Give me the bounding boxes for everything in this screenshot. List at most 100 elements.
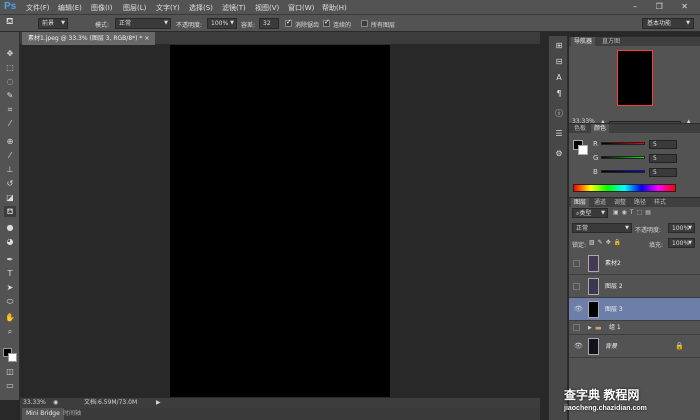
menu-image[interactable]: 图像(I) xyxy=(91,3,113,13)
eyedropper-tool-icon[interactable]: ⁄ xyxy=(4,118,16,129)
menu-filter[interactable]: 滤镜(T) xyxy=(222,3,246,13)
antialias-checkbox[interactable] xyxy=(285,18,292,27)
move-tool-icon[interactable]: ✥ xyxy=(4,48,16,59)
status-menu-icon[interactable]: ◉ xyxy=(53,398,58,408)
type-tool-icon[interactable]: T xyxy=(4,268,16,279)
visibility-toggle[interactable] xyxy=(573,260,580,267)
contiguous-checkbox[interactable] xyxy=(323,18,330,27)
opacity-label: 不透明度: xyxy=(176,22,203,29)
zoom-level[interactable]: 33.33% xyxy=(23,398,46,408)
folder-icon: ▬ xyxy=(595,324,602,332)
tab-adjustments[interactable]: 调整 xyxy=(611,198,629,208)
color-spectrum-bar[interactable] xyxy=(573,184,676,192)
tab-color[interactable]: 颜色 xyxy=(591,124,610,134)
tolerance-input[interactable]: 32 xyxy=(259,18,279,29)
tab-swatches[interactable]: 色板 xyxy=(571,124,589,134)
marquee-tool-icon[interactable]: ⬚ xyxy=(4,62,16,73)
blue-slider[interactable] xyxy=(601,170,645,173)
fill-input[interactable]: 100% ▼ xyxy=(668,238,695,248)
blue-value-input[interactable]: 5 xyxy=(649,168,677,177)
tab-histogram[interactable]: 直方图 xyxy=(599,37,623,47)
background-color-swatch[interactable] xyxy=(8,353,17,362)
layer-row-group1[interactable]: ▶ ▬ 组 1 xyxy=(569,321,700,335)
menu-view[interactable]: 视图(V) xyxy=(255,3,279,13)
green-slider[interactable] xyxy=(601,156,645,159)
history-icon[interactable]: ⊞ xyxy=(553,40,565,52)
layer-row-material2[interactable]: 素材2 xyxy=(569,252,700,275)
mode-label: 模式: xyxy=(95,22,110,29)
menu-type[interactable]: 文字(Y) xyxy=(156,3,180,13)
paragraph-icon[interactable]: ¶ xyxy=(553,88,565,100)
opacity-input[interactable]: 100% ▼ xyxy=(207,18,237,29)
layer-filter-select[interactable]: ⌕类型 ▼ xyxy=(572,208,608,218)
paint-bucket-icon[interactable]: ⛾ xyxy=(6,17,13,28)
visibility-toggle[interactable] xyxy=(573,283,580,290)
clone-stamp-tool-icon[interactable]: ⊥ xyxy=(4,164,16,175)
green-value-input[interactable]: 5 xyxy=(649,154,677,163)
properties-icon[interactable]: ⊟ xyxy=(553,56,565,68)
tab-timeline[interactable]: 时间轴 xyxy=(60,408,84,420)
window-controls[interactable]: – ❐ ✕ xyxy=(633,2,696,11)
pen-tool-icon[interactable]: ✒ xyxy=(4,254,16,265)
screen-mode-icon[interactable]: ▭ xyxy=(4,380,16,391)
document-tab[interactable]: 素材1.jpeg @ 33.3% (图层 3, RGB/8*) * × xyxy=(22,32,156,45)
brush-tool-icon[interactable]: ⁄ xyxy=(4,150,16,161)
tab-mini-bridge[interactable]: Mini Bridge xyxy=(22,408,64,420)
navigator-preview[interactable] xyxy=(617,50,653,106)
info-icon[interactable]: ⓘ xyxy=(553,108,565,120)
tab-paths[interactable]: 路径 xyxy=(631,198,649,208)
blur-tool-icon[interactable]: ● xyxy=(4,222,16,233)
paint-bucket-tool-icon[interactable]: ⛾ xyxy=(4,206,16,217)
menu-help[interactable]: 帮助(H) xyxy=(322,3,347,13)
red-label: R xyxy=(593,140,598,148)
menu-window[interactable]: 窗口(W) xyxy=(288,3,314,13)
zoom-tool-icon[interactable]: ⌕ xyxy=(4,326,16,337)
workspace-select[interactable]: 基本功能 ▼ xyxy=(642,18,694,29)
tab-styles[interactable]: 样式 xyxy=(651,198,669,208)
layer-row-background[interactable]: 👁 背景 🔒 xyxy=(569,335,700,358)
tools-panel: ✥ ⬚ ◌ ✎ ⌗ ⁄ ⊕ ⁄ ⊥ ↺ ◪ ⛾ ● ◕ ✒ T ➤ ⬭ ✋ ⌕ … xyxy=(0,32,20,400)
menu-select[interactable]: 选择(S) xyxy=(189,3,213,13)
tab-navigator[interactable]: 导航器 xyxy=(571,37,596,47)
chevron-down-icon: ▼ xyxy=(164,20,168,26)
close-icon[interactable]: × xyxy=(144,35,149,42)
hand-tool-icon[interactable]: ✋ xyxy=(4,312,16,323)
menu-layer[interactable]: 图层(L) xyxy=(123,3,146,13)
healing-brush-tool-icon[interactable]: ⊕ xyxy=(4,136,16,147)
dodge-tool-icon[interactable]: ◕ xyxy=(4,236,16,247)
mode-select[interactable]: 正常 ▼ xyxy=(115,18,171,29)
menu-edit[interactable]: 编辑(E) xyxy=(58,3,82,13)
crop-tool-icon[interactable]: ⌗ xyxy=(4,104,16,115)
layer-row-layer2[interactable]: 图层 2 xyxy=(569,275,700,298)
layer-filter-icons[interactable]: ▣◉T⬚▤ xyxy=(613,209,654,216)
menu-file[interactable]: 文件(F) xyxy=(26,3,50,13)
red-value-input[interactable]: 5 xyxy=(649,140,677,149)
red-slider[interactable] xyxy=(601,142,645,145)
play-icon[interactable]: ▶ xyxy=(156,398,161,408)
document-canvas[interactable] xyxy=(170,45,390,397)
lock-icons[interactable]: ▧✎✥🔒 xyxy=(589,239,624,246)
all-layers-checkbox[interactable] xyxy=(361,20,368,27)
eye-icon[interactable]: 👁 xyxy=(574,306,583,313)
eye-icon[interactable]: 👁 xyxy=(574,343,583,350)
shape-tool-icon[interactable]: ⬭ xyxy=(4,296,16,307)
tab-channels[interactable]: 通道 xyxy=(591,198,609,208)
layer-opacity-input[interactable]: 100% ▼ xyxy=(668,223,695,233)
lasso-tool-icon[interactable]: ◌ xyxy=(4,76,16,87)
path-select-tool-icon[interactable]: ➤ xyxy=(4,282,16,293)
tab-layers[interactable]: 图层 xyxy=(571,198,590,208)
quick-mask-icon[interactable]: ◫ xyxy=(4,366,16,377)
character-icon[interactable]: A xyxy=(553,72,565,84)
chevron-right-icon[interactable]: ▶ xyxy=(588,321,592,335)
quick-select-tool-icon[interactable]: ✎ xyxy=(4,90,16,101)
canvas-area[interactable] xyxy=(20,45,540,397)
history-brush-tool-icon[interactable]: ↺ xyxy=(4,178,16,189)
eraser-tool-icon[interactable]: ◪ xyxy=(4,192,16,203)
color-background-swatch[interactable] xyxy=(578,145,588,155)
blend-mode-select[interactable]: 正常 ▼ xyxy=(572,223,632,233)
layer-row-layer3[interactable]: 👁 图层 3 xyxy=(569,298,700,321)
brush-settings-icon[interactable]: ⚙ xyxy=(553,148,565,160)
visibility-toggle[interactable] xyxy=(573,324,580,331)
fill-source-select[interactable]: 前景 ▼ xyxy=(38,18,68,29)
adjustments-icon[interactable]: ☰ xyxy=(553,128,565,140)
